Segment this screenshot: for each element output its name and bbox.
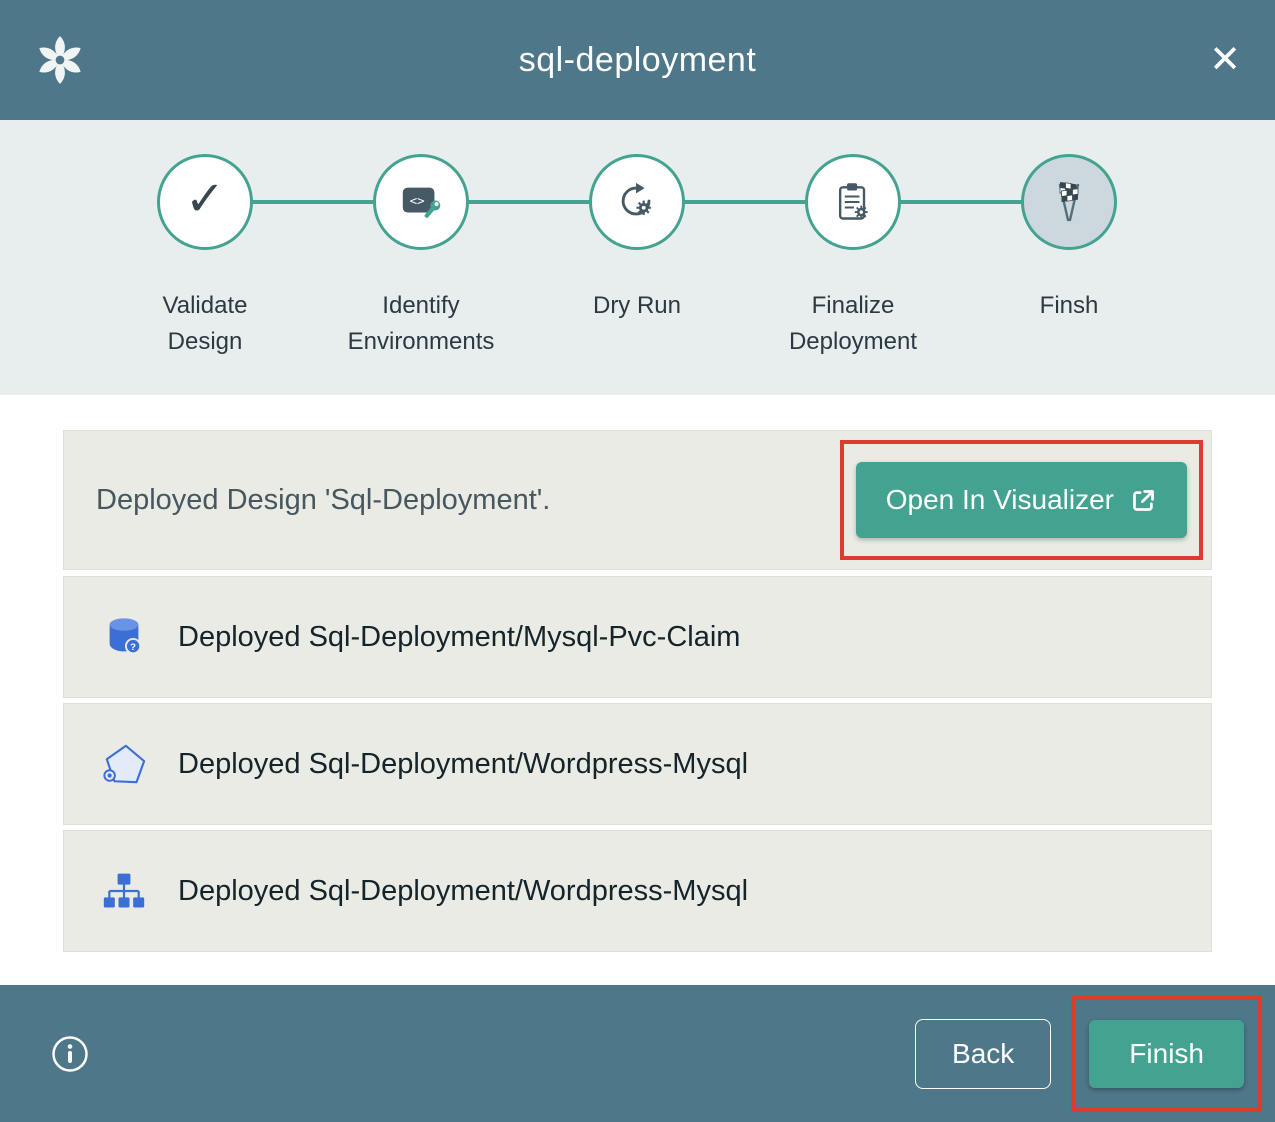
step-circle-finish xyxy=(1021,154,1117,250)
step-validate-design: ✓ Validate Design xyxy=(97,154,313,360)
hierarchy-icon xyxy=(100,867,148,915)
deployment-row: ? Deployed Sql-Deployment/Mysql-Pvc-Clai… xyxy=(63,576,1212,698)
open-in-visualizer-label: Open In Visualizer xyxy=(886,484,1114,516)
step-finish: Finsh xyxy=(961,154,1177,360)
deployed-design-text: Deployed Design 'Sql-Deployment'. xyxy=(96,484,550,517)
deployment-row: Deployed Sql-Deployment/Wordpress-Mysql xyxy=(63,703,1212,825)
deployment-wizard-modal: sql-deployment ✕ ✓ Validate Design <> xyxy=(0,0,1275,1122)
meshery-logo xyxy=(34,34,94,86)
check-icon: ✓ xyxy=(185,171,225,227)
step-circle-dry-run xyxy=(589,154,685,250)
code-environment-icon: <> xyxy=(398,179,444,225)
step-label: Identify Environments xyxy=(341,288,501,360)
meshery-logo-icon xyxy=(34,34,86,86)
deployment-row: Deployed Sql-Deployment/Wordpress-Mysql xyxy=(63,830,1212,952)
step-finalize-deployment: Finalize Deployment xyxy=(745,154,961,360)
external-link-icon xyxy=(1130,487,1157,514)
deployment-results: Deployed Design 'Sql-Deployment'. Open I… xyxy=(0,395,1275,985)
pentagon-icon xyxy=(100,740,148,788)
modal-header: sql-deployment ✕ xyxy=(0,0,1275,120)
summary-row: Deployed Design 'Sql-Deployment'. Open I… xyxy=(63,430,1212,570)
page-title: sql-deployment xyxy=(94,41,1181,80)
back-button[interactable]: Back xyxy=(915,1019,1051,1089)
deployment-row-text: Deployed Sql-Deployment/Wordpress-Mysql xyxy=(178,748,748,781)
step-label: Validate Design xyxy=(125,288,285,360)
dry-run-icon xyxy=(614,179,660,225)
step-circle-validate: ✓ xyxy=(157,154,253,250)
finish-highlight-box: Finish xyxy=(1071,996,1262,1112)
step-circle-environments: <> xyxy=(373,154,469,250)
clipboard-gear-icon xyxy=(831,180,875,224)
close-icon[interactable]: ✕ xyxy=(1181,41,1241,79)
deployment-row-text: Deployed Sql-Deployment/Wordpress-Mysql xyxy=(178,875,748,908)
step-identify-environments: <> Identify Environments xyxy=(313,154,529,360)
info-icon[interactable] xyxy=(50,1034,90,1074)
wizard-stepper: ✓ Validate Design <> Ide xyxy=(0,120,1275,395)
database-icon: ? xyxy=(100,613,148,661)
svg-text:<>: <> xyxy=(410,193,425,208)
step-label: Finalize Deployment xyxy=(773,288,933,360)
step-circle-finalize xyxy=(805,154,901,250)
svg-text:?: ? xyxy=(130,642,136,653)
finish-flags-icon xyxy=(1045,178,1093,226)
visualizer-highlight-box: Open In Visualizer xyxy=(840,440,1203,560)
modal-footer: Back Finish xyxy=(0,985,1275,1122)
step-dry-run: Dry Run xyxy=(529,154,745,360)
finish-button[interactable]: Finish xyxy=(1089,1020,1244,1088)
open-in-visualizer-button[interactable]: Open In Visualizer xyxy=(856,462,1187,538)
step-label: Dry Run xyxy=(593,288,681,324)
step-label: Finsh xyxy=(1040,288,1099,324)
deployment-row-text: Deployed Sql-Deployment/Mysql-Pvc-Claim xyxy=(178,621,740,654)
